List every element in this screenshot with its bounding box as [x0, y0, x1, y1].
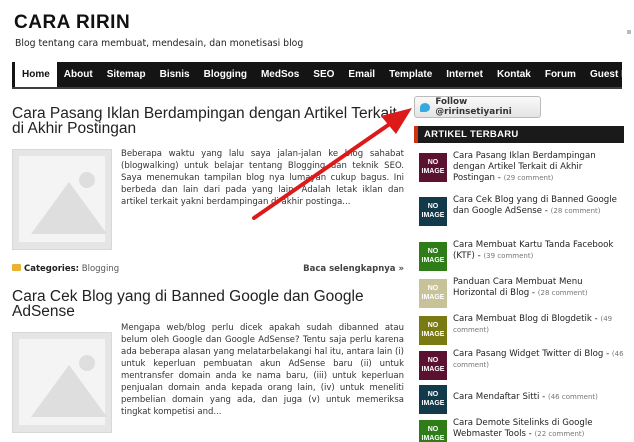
no-image-thumbnail: NO IMAGE	[419, 242, 447, 271]
nav-item-blogging[interactable]: Blogging	[197, 62, 254, 87]
recent-post-item[interactable]: NO IMAGE Cara Pasang Iklan Berdampingan d…	[419, 151, 624, 184]
recent-post-item[interactable]: NO IMAGE Cara Cek Blog yang di Banned Goo…	[419, 195, 624, 226]
mountain-shape	[31, 365, 107, 417]
comment-count: (29 comment)	[503, 174, 554, 182]
no-image-thumbnail: NO IMAGE	[419, 153, 447, 182]
post-excerpt: Mengapa web/blog perlu dicek apakah suda…	[121, 323, 404, 417]
nav-item-sitemap[interactable]: Sitemap	[100, 62, 153, 87]
sun-shape	[79, 355, 95, 371]
nav-item-bisnis[interactable]: Bisnis	[153, 62, 197, 87]
site-description: Blog tentang cara membuat, mendesain, da…	[15, 38, 304, 49]
scrollbar-hint	[627, 30, 631, 34]
nav-item-template[interactable]: Template	[382, 62, 439, 87]
image-placeholder-icon	[19, 339, 107, 425]
recent-post-item[interactable]: NO IMAGE Cara Pasang Widget Twitter di Bl…	[419, 349, 624, 380]
twitter-follow-button[interactable]: Follow @ririnsetiyarini	[414, 96, 541, 118]
main-navbar: Home About Sitemap Bisnis Blogging MedSo…	[12, 62, 622, 89]
nav-item-internet[interactable]: Internet	[439, 62, 490, 87]
nav-item-seo[interactable]: SEO	[306, 62, 341, 87]
no-image-thumbnail: NO IMAGE	[419, 420, 447, 442]
post-title[interactable]: Cara Pasang Iklan Berdampingan dengan Ar…	[12, 106, 404, 137]
no-image-thumbnail: NO IMAGE	[419, 385, 447, 414]
recent-post-item[interactable]: NO IMAGE Cara Membuat Blog di Blogdetik -…	[419, 314, 624, 345]
comment-count: (22 comment)	[534, 430, 585, 438]
recent-post-item[interactable]: NO IMAGE Cara Membuat Kartu Tanda Faceboo…	[419, 240, 624, 271]
nav-item-guest-book[interactable]: Guest Book	[583, 62, 622, 87]
nav-item-home[interactable]: Home	[15, 62, 57, 87]
no-image-thumbnail: NO IMAGE	[419, 197, 447, 226]
comment-count: (39 comment)	[483, 252, 534, 260]
recent-post-item[interactable]: NO IMAGE Cara Demote Sitelinks di Google …	[419, 418, 624, 442]
image-placeholder-icon	[19, 156, 107, 242]
comment-count: (28 comment)	[537, 289, 588, 297]
nav-item-about[interactable]: About	[57, 62, 100, 87]
post-thumbnail-placeholder[interactable]	[12, 149, 112, 250]
twitter-bird-icon	[420, 102, 431, 112]
site-title[interactable]: CARA RIRIN	[14, 12, 130, 34]
nav-item-kontak[interactable]: Kontak	[490, 62, 538, 87]
no-image-thumbnail: NO IMAGE	[419, 316, 447, 345]
nav-item-medsos[interactable]: MedSos	[254, 62, 306, 87]
no-image-thumbnail: NO IMAGE	[419, 279, 447, 308]
folder-icon	[12, 264, 21, 271]
sun-shape	[79, 172, 95, 188]
post-title[interactable]: Cara Cek Blog yang di Banned Google dan …	[12, 289, 404, 320]
widget-title: ARTIKEL TERBARU	[414, 126, 624, 143]
recent-post-title[interactable]: Cara Membuat Blog di Blogdetik	[453, 314, 592, 324]
post-meta: Categories: Blogging Baca selengkapnya »	[12, 264, 404, 276]
comment-count: (28 comment)	[550, 207, 601, 215]
read-more-link[interactable]: Baca selengkapnya »	[303, 264, 404, 274]
category-link[interactable]: Blogging	[82, 264, 119, 274]
no-image-thumbnail: NO IMAGE	[419, 351, 447, 380]
categories-label: Categories:	[24, 264, 80, 274]
recent-post-item[interactable]: NO IMAGE Panduan Cara Membuat Menu Horizo…	[419, 277, 624, 308]
follow-label: Follow @ririnsetiyarini	[435, 97, 512, 117]
recent-post-title[interactable]: Cara Mendaftar Sitti	[453, 392, 539, 402]
nav-item-forum[interactable]: Forum	[538, 62, 583, 87]
post-excerpt: Beberapa waktu yang lalu saya jalan-jala…	[121, 149, 404, 207]
nav-item-email[interactable]: Email	[341, 62, 382, 87]
post-thumbnail-placeholder[interactable]	[12, 332, 112, 433]
comment-count: (46 comment)	[548, 393, 598, 401]
mountain-shape	[31, 182, 107, 234]
recent-post-item[interactable]: NO IMAGE Cara Mendaftar Sitti - (46 comme…	[419, 383, 624, 414]
recent-post-title[interactable]: Cara Pasang Widget Twitter di Blog	[453, 349, 603, 359]
